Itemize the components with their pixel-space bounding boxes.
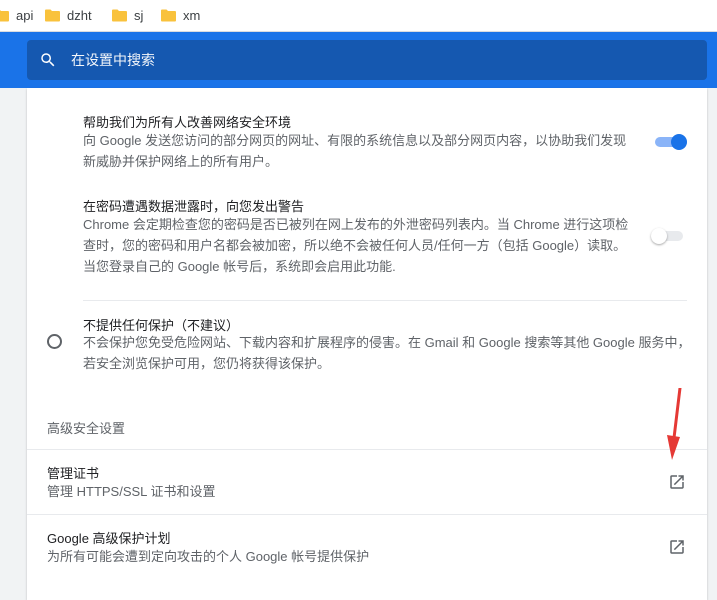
bookmark-api[interactable]: api: [0, 0, 33, 31]
search-icon: [39, 51, 57, 69]
open-in-new-icon[interactable]: [668, 473, 686, 491]
password-leak-toggle[interactable]: [651, 228, 685, 244]
manage-certificates-desc: 管理 HTTPS/SSL 证书和设置: [47, 484, 216, 499]
no-protection-desc-line1: 不会保护您免受危险网站、下载内容和扩展程序的侵害。在 Gmail 和 Googl…: [83, 335, 691, 350]
folder-icon: [112, 9, 127, 22]
password-leak-desc-line1: Chrome 会定期检查您的密码是否已被列在网上发布的外泄密码列表内。当 Chr…: [83, 217, 629, 232]
settings-search-box[interactable]: [27, 40, 707, 80]
folder-icon: [161, 9, 176, 22]
toggle-knob: [671, 134, 687, 150]
password-leak-desc-line2: 查时，您的密码和用户名都会被加密，所以绝不会被任何人员/任何一方（包括 Goog…: [83, 238, 627, 253]
advanced-security-section-title: 高级安全设置: [47, 421, 126, 436]
bookmarks-bar: api dzht sj xm: [0, 0, 717, 32]
help-improve-desc-line1: 向 Google 发送您访问的部分网页的网址、有限的系统信息以及部分网页内容，以…: [83, 133, 627, 148]
bookmark-dzht[interactable]: dzht: [45, 0, 92, 31]
divider: [83, 300, 687, 301]
advanced-protection-desc: 为所有可能会遭到定向攻击的个人 Google 帐号提供保护: [47, 549, 370, 564]
advanced-protection-title: Google 高级保护计划: [47, 531, 171, 546]
password-leak-title: 在密码遭遇数据泄露时，向您发出警告: [83, 199, 305, 214]
bookmark-label: api: [16, 8, 34, 23]
manage-certificates-title: 管理证书: [47, 466, 100, 481]
help-improve-title: 帮助我们为所有人改善网络安全环境: [83, 115, 292, 130]
help-improve-desc-line2: 新威胁并保护网络上的所有用户。: [83, 154, 279, 169]
bookmark-label: dzht: [67, 8, 92, 23]
settings-header: [0, 32, 717, 88]
toggle-knob: [651, 228, 667, 244]
bookmark-label: xm: [183, 8, 201, 23]
settings-card: 帮助我们为所有人改善网络安全环境 向 Google 发送您访问的部分网页的网址、…: [27, 88, 707, 600]
bookmark-xm[interactable]: xm: [161, 0, 200, 31]
password-leak-desc-line3: 当您登录自己的 Google 帐号后，系统即会启用此功能.: [83, 259, 396, 274]
help-improve-toggle[interactable]: [655, 134, 687, 150]
no-protection-desc-line2: 若安全浏览保护可用，您仍将获得该保护。: [83, 356, 331, 371]
open-in-new-icon[interactable]: [668, 538, 686, 556]
advanced-protection-row[interactable]: Google 高级保护计划 为所有可能会遭到定向攻击的个人 Google 帐号提…: [27, 515, 707, 579]
folder-icon: [45, 9, 60, 22]
bookmark-label: sj: [134, 8, 144, 23]
no-protection-radio[interactable]: [47, 334, 62, 349]
folder-icon: [0, 9, 9, 22]
bookmark-sj[interactable]: sj: [112, 0, 143, 31]
search-input[interactable]: [71, 40, 671, 80]
annotation-arrow: [660, 386, 684, 460]
manage-certificates-row[interactable]: 管理证书 管理 HTTPS/SSL 证书和设置: [27, 450, 707, 514]
